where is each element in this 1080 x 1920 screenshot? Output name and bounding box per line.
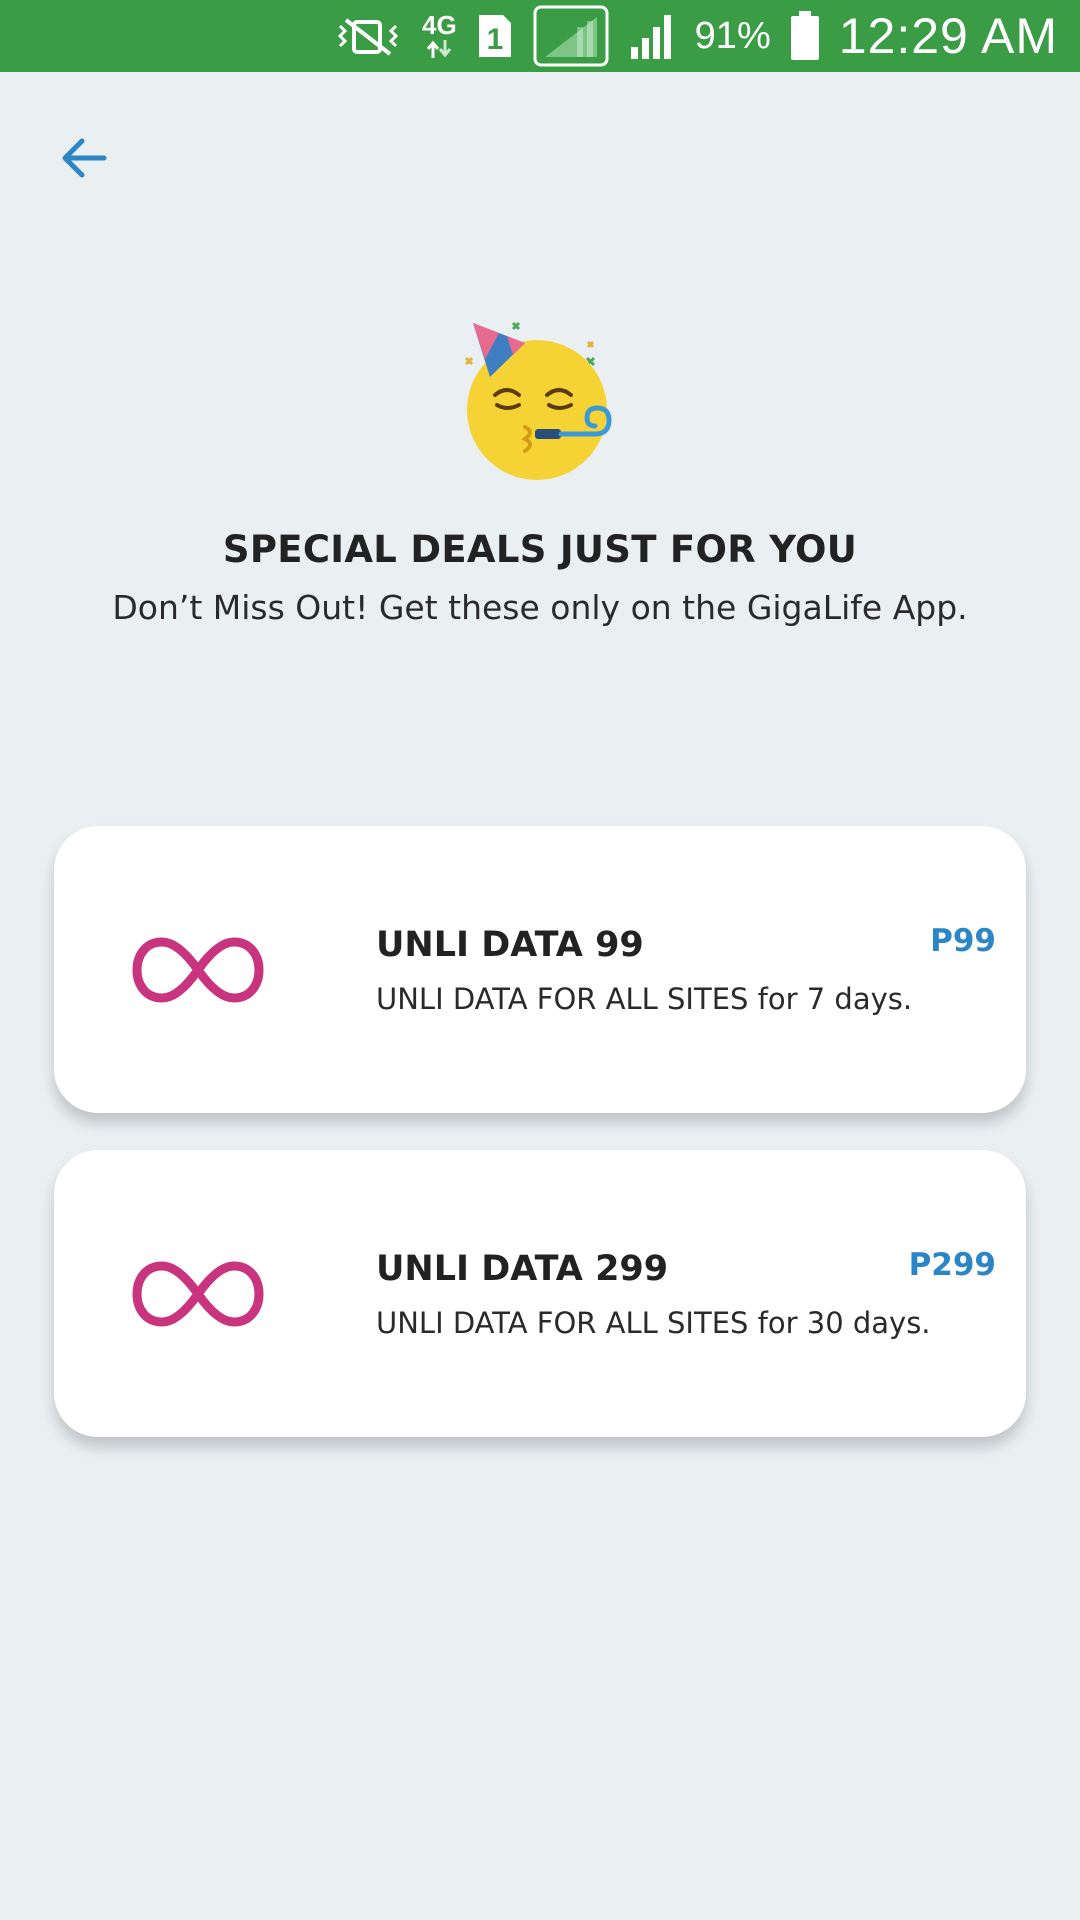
- signal-sim1-icon: [533, 5, 609, 67]
- back-button[interactable]: [48, 122, 120, 194]
- status-icons: 4G 1 91% 12:29 AM: [314, 0, 1058, 72]
- deal-title: UNLI DATA 299: [376, 1249, 669, 1289]
- deal-price: P99: [930, 923, 996, 959]
- page-subtitle: Don’t Miss Out! Get these only on the Gi…: [112, 588, 968, 627]
- deal-description: UNLI DATA FOR ALL SITES for 7 days.: [376, 982, 913, 1016]
- deal-card-unli-data-99[interactable]: UNLI DATA 99 UNLI DATA FOR ALL SITES for…: [54, 826, 1026, 1113]
- party-face-icon: [455, 315, 635, 485]
- deal-title: UNLI DATA 99: [376, 925, 644, 965]
- sim-icon: 1: [475, 11, 515, 61]
- infinity-icon: [132, 1261, 264, 1327]
- deal-description: UNLI DATA FOR ALL SITES for 30 days.: [376, 1306, 931, 1340]
- signal-sim2-icon: [627, 11, 677, 61]
- battery-icon: [789, 10, 821, 62]
- deal-price: P299: [908, 1247, 996, 1283]
- deal-card-unli-data-299[interactable]: UNLI DATA 299 UNLI DATA FOR ALL SITES fo…: [54, 1150, 1026, 1437]
- battery-percent: 91%: [694, 14, 771, 57]
- arrow-left-icon: [62, 138, 107, 178]
- page-title: SPECIAL DEALS JUST FOR YOU: [222, 528, 858, 571]
- data-4g-icon: 4G: [422, 12, 457, 60]
- infinity-icon: [132, 937, 264, 1003]
- sim-slot-label: 1: [486, 23, 503, 56]
- clock: 12:29 AM: [838, 8, 1058, 64]
- vibrate-off-icon: [332, 12, 404, 60]
- network-type-label: 4G: [421, 10, 457, 40]
- status-bar: 4G 1 91% 12:29 AM: [0, 0, 1080, 72]
